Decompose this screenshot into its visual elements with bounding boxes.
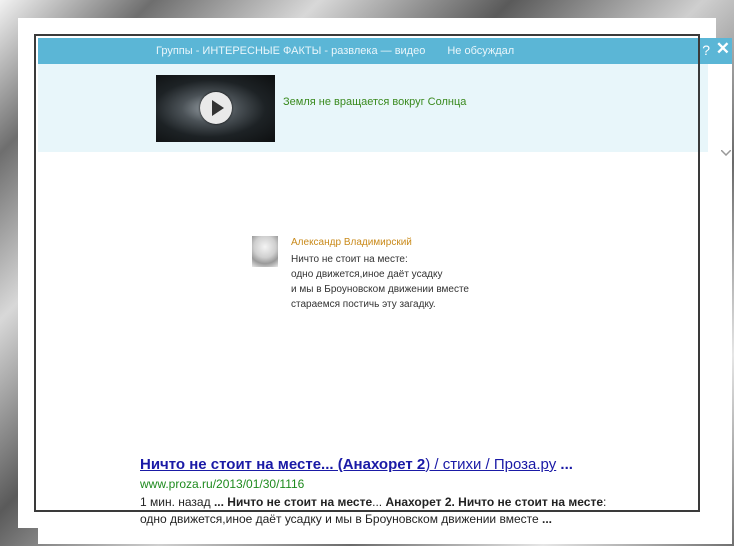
- search-result: Ничто не стоит на месте... (Анахорет 2) …: [140, 456, 700, 528]
- page-canvas: Группы - ИНТЕРЕСНЫЕ ФАКТЫ - развлека — в…: [38, 38, 732, 544]
- result-snippet: 1 мин. назад ... Ничто не стоит на месте…: [140, 494, 700, 528]
- picture-frame: Группы - ИНТЕРЕСНЫЕ ФАКТЫ - развлека — в…: [0, 0, 734, 546]
- chevron-down-icon[interactable]: [721, 150, 731, 156]
- quote-line: стараемся постичь эту загадку.: [291, 299, 436, 310]
- snippet-time: 1 мин. назад: [140, 495, 211, 509]
- video-panel: Земля не вращается вокруг Солнца: [38, 64, 708, 152]
- snippet-text: :: [603, 495, 607, 509]
- snippet-highlight: Анахорет 2. Ничто не стоит на месте: [385, 495, 603, 509]
- header-text: Группы - ИНТЕРЕСНЫЕ ФАКТЫ - развлека — в…: [156, 45, 514, 57]
- avatar[interactable]: [252, 236, 278, 267]
- result-url: www.proza.ru/2013/01/30/1116: [140, 477, 305, 491]
- snippet-text: одно движется,иное даёт усадку и мы в Бр…: [140, 512, 539, 526]
- snippet-ellipsis: ...: [542, 512, 553, 526]
- quote-line: и мы в Броуновском движении вместе: [291, 284, 469, 295]
- result-title-ellipsis: ...: [560, 456, 573, 473]
- video-thumbnail[interactable]: [156, 75, 275, 142]
- quote-line: Ничто не стоит на месте:: [291, 254, 408, 265]
- video-title-link[interactable]: Земля не вращается вокруг Солнца: [283, 96, 466, 108]
- snippet-text: ...: [372, 495, 386, 509]
- play-icon[interactable]: [200, 92, 232, 124]
- help-icon[interactable]: ?: [702, 42, 710, 58]
- video-widget-header: Группы - ИНТЕРЕСНЫЕ ФАКТЫ - развлека — в…: [38, 38, 732, 64]
- group-title[interactable]: Группы - ИНТЕРЕСНЫЕ ФАКТЫ - развлека — в…: [156, 45, 425, 57]
- snippet-highlight: ... Ничто не стоит на месте: [213, 495, 373, 509]
- quote-line: одно движется,иное даёт усадку: [291, 269, 443, 280]
- result-title-bold[interactable]: Ничто не стоит на месте... (Анахорет 2: [140, 456, 425, 473]
- discussion-link[interactable]: Не обсуждал: [447, 45, 514, 57]
- author-name-link[interactable]: Александр Владимирский: [291, 237, 412, 248]
- result-title-link[interactable]: Ничто не стоит на месте... (Анахорет 2) …: [140, 456, 700, 473]
- close-icon[interactable]: ✕: [716, 40, 730, 58]
- result-title-rest[interactable]: ) / стихи / Проза.ру: [425, 456, 556, 473]
